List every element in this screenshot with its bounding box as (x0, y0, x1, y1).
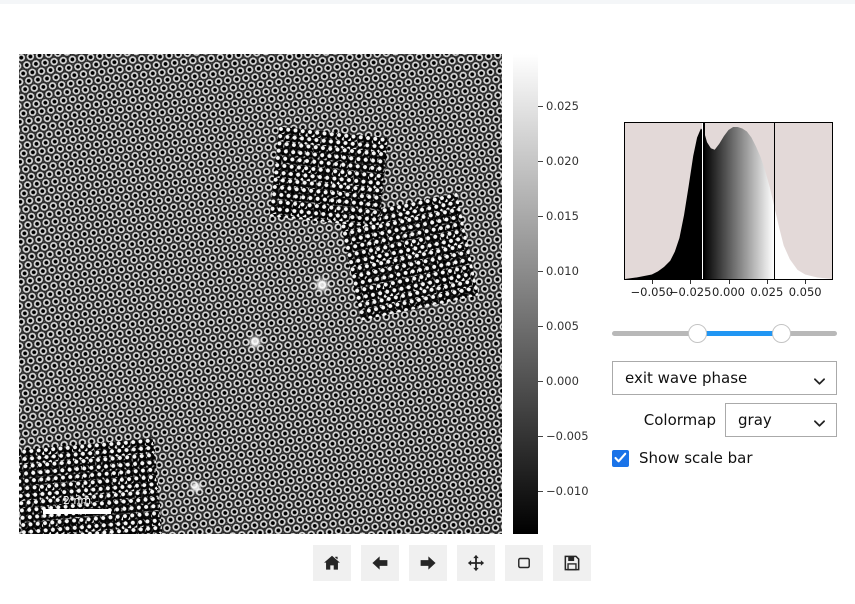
colorbar-tick-label: −0.010 (546, 483, 589, 498)
histogram-area-series (625, 123, 832, 279)
chevron-down-icon (814, 415, 825, 427)
floppy-disk-icon (564, 555, 580, 571)
scale-bar-line (43, 509, 111, 514)
colorbar-tick-label: 0.000 (546, 373, 579, 388)
colormap-label: Colormap (643, 411, 716, 429)
colorbar-tick-mark (538, 270, 543, 272)
image-noise-overlay (19, 54, 502, 534)
home-button[interactable] (313, 545, 351, 581)
forward-button[interactable] (409, 545, 447, 581)
colorbar-tick-label: 0.005 (546, 318, 579, 333)
colorbar-tick-mark (538, 161, 543, 163)
move-arrows-icon (467, 554, 485, 572)
colormap-select-value: gray (738, 411, 772, 429)
check-icon (614, 452, 627, 463)
colorbar-tick-mark (538, 490, 543, 492)
slider-selected-range (697, 331, 782, 336)
histogram-x-tick-label: 0.050 (788, 285, 822, 299)
hrtem-image[interactable]: 2 nm (19, 54, 502, 534)
histogram-x-tick-mark (728, 280, 730, 284)
top-divider (0, 0, 855, 4)
image-panel: 2 nm (19, 54, 502, 534)
colorbar-tick-mark (538, 215, 543, 217)
back-button[interactable] (361, 545, 399, 581)
chevron-down-icon (814, 373, 825, 385)
dataset-select-value: exit wave phase (625, 369, 748, 387)
histogram-x-tick-label: 0.000 (712, 285, 745, 299)
histogram-x-tick-mark (766, 280, 768, 284)
colorbar-tick-mark (538, 325, 543, 327)
histogram-x-tick-label: 0.025 (750, 285, 784, 299)
colorbar-gradient (513, 54, 538, 534)
colorbar: 0.025 0.020 0.015 0.010 0.005 0.000 −0.005 −0.0… (513, 54, 591, 534)
histogram-x-tick-label: −0.025 (668, 285, 712, 299)
slider-handle-low[interactable] (688, 324, 707, 343)
home-icon (324, 555, 340, 570)
zoom-rect-button[interactable] (505, 545, 543, 581)
histogram-x-tick-mark (690, 280, 692, 284)
show-scale-bar-checkbox[interactable] (612, 449, 629, 467)
dataset-select[interactable]: exit wave phase (612, 361, 837, 395)
contrast-range-slider[interactable] (612, 321, 837, 347)
colormap-row: Colormap gray (612, 403, 837, 437)
arrow-left-icon (372, 556, 388, 570)
colorbar-tick-label: 0.020 (546, 154, 579, 169)
histogram-x-tick-mark (805, 280, 807, 284)
matplotlib-toolbar (313, 545, 591, 581)
colorbar-tick-mark (538, 380, 543, 382)
histogram-area-path (625, 127, 832, 279)
histogram-svg (625, 127, 832, 279)
colorbar-tick-label: 0.025 (546, 98, 579, 113)
colorbar-tick-mark (538, 105, 543, 107)
colorbar-tick-label: 0.015 (546, 208, 579, 223)
square-icon (518, 557, 530, 569)
save-button[interactable] (553, 545, 591, 581)
colorbar-tick-mark (538, 435, 543, 437)
histogram-axes[interactable] (624, 122, 833, 280)
show-scale-bar-label: Show scale bar (639, 449, 753, 467)
show-scale-bar-row[interactable]: Show scale bar (612, 449, 837, 467)
scale-bar: 2 nm (37, 494, 117, 514)
arrow-right-icon (420, 556, 436, 570)
controls-panel: −0.050 −0.025 0.000 0.025 0.050 exit wave ph… (612, 122, 837, 467)
colorbar-tick-label: −0.005 (546, 428, 589, 443)
histogram-widget[interactable]: −0.050 −0.025 0.000 0.025 0.050 (612, 122, 835, 307)
pan-button[interactable] (457, 545, 495, 581)
scale-bar-label: 2 nm (62, 494, 92, 507)
histogram-x-tick-label: −0.050 (630, 285, 674, 299)
colormap-select[interactable]: gray (725, 403, 837, 437)
slider-handle-high[interactable] (772, 324, 792, 343)
colorbar-tick-label: 0.010 (546, 263, 579, 278)
histogram-vmax-line[interactable] (773, 123, 776, 279)
histogram-vmin-line[interactable] (703, 123, 705, 279)
histogram-x-tick-mark (651, 280, 653, 284)
